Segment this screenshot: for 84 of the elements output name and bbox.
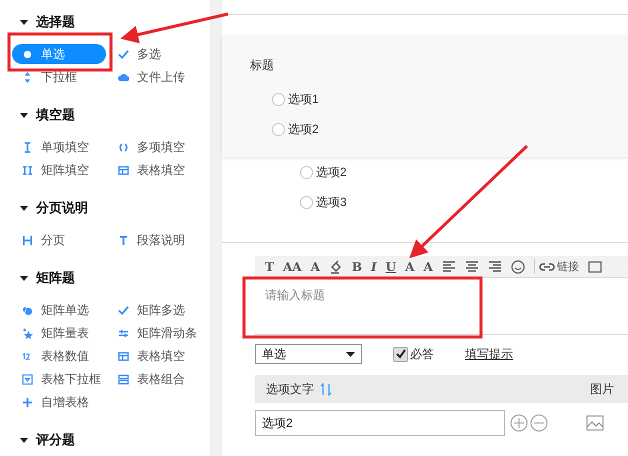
option-label: 选项1 bbox=[288, 90, 319, 108]
font-color-button[interactable]: A bbox=[310, 260, 320, 274]
question-type-item[interactable]: 表格组合 bbox=[116, 369, 212, 389]
question-type-item[interactable]: 表格下拉框 bbox=[20, 369, 116, 389]
question-type-item[interactable]: 多选 bbox=[116, 44, 212, 64]
star-icon bbox=[22, 328, 33, 338]
question-type-select[interactable]: 单选 bbox=[255, 344, 362, 364]
title-input-field[interactable]: 请输入标题 bbox=[255, 277, 628, 335]
question-type-item[interactable]: 自增表格 bbox=[20, 392, 116, 412]
align-right-icon[interactable] bbox=[488, 260, 502, 274]
updown-icon bbox=[22, 72, 33, 82]
checkbox-label: 必答 bbox=[410, 346, 434, 362]
text-cursor-icon bbox=[22, 142, 33, 152]
radio-button[interactable] bbox=[300, 196, 313, 208]
link-button[interactable]: 链接 bbox=[534, 259, 579, 274]
question-type-item[interactable]: 矩阵填空 bbox=[20, 160, 116, 180]
question-type-item[interactable]: 分页 bbox=[20, 230, 116, 250]
question-type-item[interactable]: 段落说明 bbox=[116, 230, 212, 250]
align-center-icon[interactable] bbox=[464, 260, 479, 274]
caret-icon[interactable] bbox=[20, 274, 28, 282]
subscript-button[interactable]: A bbox=[405, 260, 414, 274]
bold-button[interactable]: B bbox=[352, 260, 362, 274]
remove-icon[interactable] bbox=[530, 414, 548, 432]
section-title: 选择题 bbox=[36, 13, 75, 31]
underline-button[interactable]: U bbox=[386, 260, 396, 274]
font-size-button[interactable]: AA bbox=[282, 260, 302, 274]
question-type-item[interactable]: 表格填空 bbox=[116, 346, 212, 366]
hint-link[interactable]: 填写提示 bbox=[465, 346, 513, 362]
question-type-item[interactable]: 矩阵单选 bbox=[20, 300, 116, 320]
option-label: 选项3 bbox=[316, 194, 347, 210]
option-label: 选项2 bbox=[316, 164, 347, 180]
caret-icon[interactable] bbox=[20, 111, 28, 119]
dropdown-box-icon bbox=[22, 374, 33, 384]
radio-button[interactable] bbox=[300, 166, 313, 178]
table-icon bbox=[118, 164, 129, 176]
section-title: 评分题 bbox=[36, 431, 75, 449]
align-left-icon[interactable] bbox=[442, 260, 456, 274]
plus-icon bbox=[22, 396, 33, 408]
bracket-h-icon bbox=[22, 234, 33, 246]
question-type-item[interactable]: 文件上传 bbox=[116, 67, 212, 87]
add-icon[interactable] bbox=[510, 414, 528, 432]
stack-icon bbox=[118, 374, 129, 384]
section-title: 矩阵题 bbox=[36, 269, 75, 287]
question-type-item[interactable]: 表格数值 bbox=[20, 346, 116, 366]
link-icon bbox=[538, 262, 555, 272]
option-label: 选项2 bbox=[288, 120, 319, 138]
column-header: 选项文字 bbox=[266, 380, 314, 398]
image-icon[interactable] bbox=[588, 260, 602, 274]
superscript-button[interactable]: A bbox=[423, 260, 433, 274]
question-type-item[interactable]: 矩阵滑动条 bbox=[116, 323, 212, 343]
sliders-icon bbox=[118, 328, 129, 338]
question-type-item[interactable]: 下拉框 bbox=[20, 67, 116, 87]
paint-bucket-icon[interactable] bbox=[328, 260, 343, 274]
cloud-upload-icon bbox=[118, 72, 129, 82]
check-icon bbox=[118, 48, 129, 60]
text-t-icon bbox=[118, 234, 129, 246]
smiley-icon[interactable] bbox=[510, 260, 525, 274]
brackets-icon bbox=[118, 142, 129, 152]
radio-button[interactable] bbox=[272, 122, 285, 136]
question-type-item[interactable]: 矩阵多选 bbox=[116, 300, 212, 320]
caret-icon[interactable] bbox=[20, 204, 28, 212]
column-header: 图片 bbox=[590, 380, 614, 398]
section-title: 分页说明 bbox=[36, 199, 88, 217]
double-bar-icon bbox=[22, 164, 33, 176]
circles-icon bbox=[22, 304, 33, 316]
text-style-button[interactable]: T bbox=[265, 260, 274, 274]
caret-icon[interactable] bbox=[20, 436, 28, 444]
checkbox[interactable] bbox=[393, 346, 408, 362]
italic-button[interactable]: I bbox=[371, 260, 377, 274]
number-icon bbox=[22, 350, 33, 362]
question-type-item[interactable]: 矩阵量表 bbox=[20, 323, 116, 343]
question-type-item[interactable]: 多项填空 bbox=[116, 137, 212, 157]
question-title: 标题 bbox=[250, 57, 275, 74]
question-type-item[interactable]: 单项填空 bbox=[20, 137, 116, 157]
radio-button[interactable] bbox=[272, 92, 285, 106]
option-text-field[interactable]: 选项2 bbox=[255, 410, 505, 436]
caret-icon bbox=[346, 352, 355, 356]
check-icon bbox=[118, 304, 129, 316]
section-title: 填空题 bbox=[36, 106, 75, 124]
image-icon[interactable] bbox=[586, 415, 604, 431]
dot-icon bbox=[22, 48, 33, 60]
question-type-item[interactable]: 表格填空 bbox=[116, 160, 212, 180]
caret-icon[interactable] bbox=[20, 18, 28, 26]
table-icon bbox=[118, 350, 129, 362]
